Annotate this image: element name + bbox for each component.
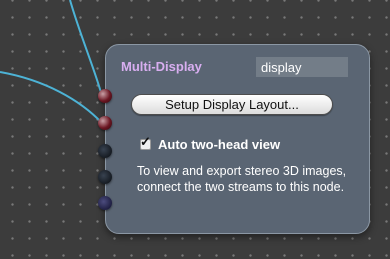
node-name-field[interactable]	[256, 57, 348, 77]
auto-two-head-option[interactable]: ✓ Auto two-head view	[140, 135, 281, 152]
multi-display-node[interactable]: Multi-Display Setup Display Layout... ✓ …	[105, 44, 370, 234]
setup-display-layout-button[interactable]: Setup Display Layout...	[131, 94, 333, 115]
checkmark-icon: ✓	[140, 134, 151, 149]
connection-wire-1	[69, 0, 103, 97]
auto-two-head-label: Auto two-head view	[158, 137, 281, 152]
auto-two-head-checkbox[interactable]: ✓	[140, 135, 151, 150]
stereo-info-text: To view and export stereo 3D images, con…	[137, 164, 347, 194]
input-port-3[interactable]	[98, 144, 112, 158]
connection-wire-2	[0, 71, 103, 124]
input-port-1[interactable]	[98, 89, 112, 103]
node-title: Multi-Display	[121, 59, 202, 74]
node-graph-canvas[interactable]: Multi-Display Setup Display Layout... ✓ …	[0, 0, 390, 259]
output-port[interactable]	[98, 196, 112, 210]
input-port-4[interactable]	[98, 170, 112, 184]
input-port-2[interactable]	[98, 116, 112, 130]
